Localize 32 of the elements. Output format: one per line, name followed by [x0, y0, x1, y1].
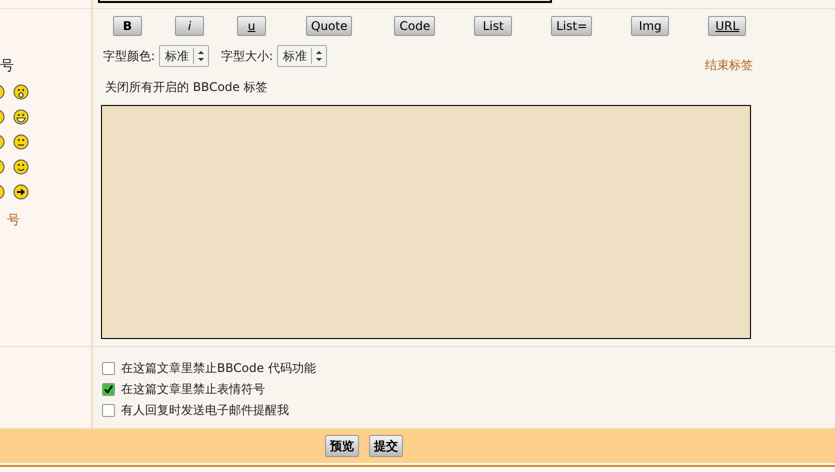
format-button[interactable]: B: [113, 16, 142, 36]
more-smilies-link[interactable]: 号: [7, 211, 20, 229]
font-color-label: 字型颜色:: [103, 48, 156, 64]
spinner-icon: [316, 51, 322, 61]
format-button[interactable]: i: [175, 16, 204, 36]
format-button[interactable]: Code: [394, 16, 436, 36]
spinner-icon: [198, 51, 204, 61]
format-button[interactable]: Quote: [306, 16, 352, 36]
action-button[interactable]: 提交: [369, 435, 403, 457]
hint-text: 关闭所有开启的 BBCode 标签: [105, 79, 269, 96]
checkbox[interactable]: [102, 362, 115, 375]
checkbox[interactable]: [102, 404, 115, 417]
smilies-heading: 号: [0, 57, 14, 75]
checkbox[interactable]: [102, 383, 115, 396]
format-button[interactable]: List: [474, 16, 512, 36]
smiley-icon[interactable]: [13, 84, 29, 100]
format-button[interactable]: List=: [551, 16, 592, 36]
font-color-select[interactable]: 标准: [159, 45, 210, 67]
smiley-icon[interactable]: [13, 109, 29, 125]
option-label: 在这篇文章里禁止表情符号: [121, 381, 265, 398]
font-size-select[interactable]: 标准: [277, 45, 328, 67]
option-label: 有人回复时发送电子邮件提醒我: [121, 402, 289, 419]
format-button[interactable]: URL: [708, 16, 746, 36]
font-size-label: 字型大小:: [221, 48, 274, 64]
format-button[interactable]: u: [237, 16, 266, 36]
text-field[interactable]: [98, 0, 552, 3]
action-button[interactable]: 预览: [325, 435, 359, 457]
format-button[interactable]: Img: [631, 16, 670, 36]
close-tags-link[interactable]: 结束标签: [705, 57, 753, 74]
option-label: 在这篇文章里禁止BBCode 代码功能: [121, 360, 316, 377]
smiley-icon[interactable]: [13, 159, 29, 175]
smiley-icon[interactable]: [13, 134, 29, 150]
